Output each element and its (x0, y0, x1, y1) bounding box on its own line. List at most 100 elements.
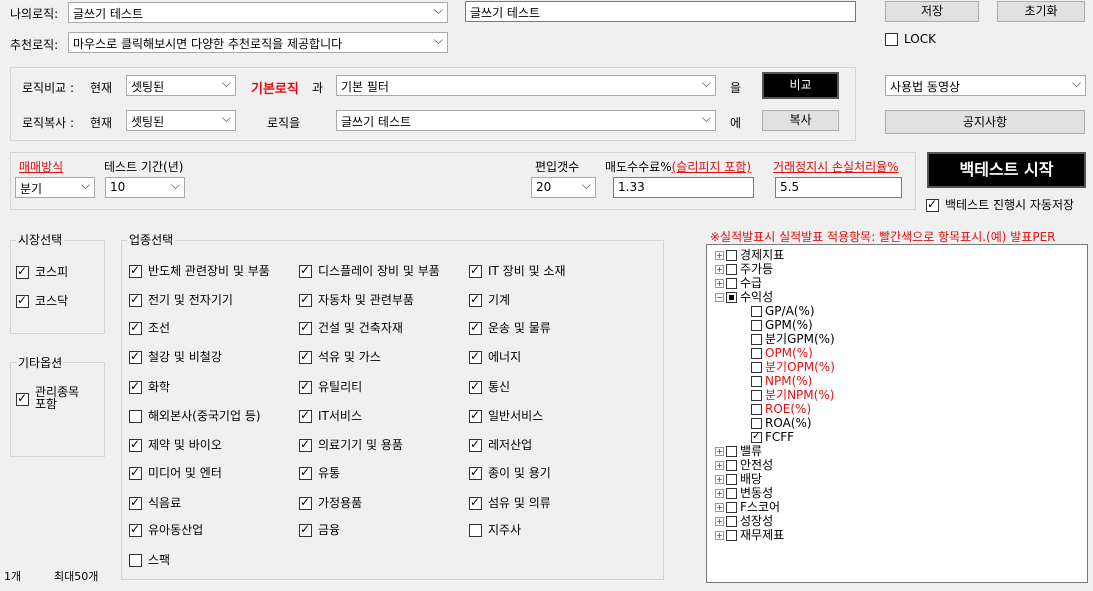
tree-item[interactable]: 분기OPM(%) (751, 360, 835, 374)
sector-checkbox[interactable]: 제약 및 바이오 (129, 436, 222, 453)
save-button[interactable]: 저장 (885, 1, 979, 22)
stop-loss-input[interactable]: 5.5 (775, 177, 902, 198)
expand-icon[interactable]: + (715, 475, 724, 484)
rec-logic-select[interactable]: 마우스로 클릭해보시면 다양한 추천로직을 제공합니다 (68, 32, 448, 53)
indicator-tree[interactable]: + 경제지표 + 주가등 + 수급 − 수익성 GP/A(%) GPM(%) 분기GPM(%) OPM… (706, 244, 1088, 583)
tree-item[interactable]: GPM(%) (751, 318, 813, 332)
sector-checkbox[interactable]: 철강 및 비철강 (129, 348, 222, 365)
sector-checkbox[interactable]: 반도체 관련장비 및 부품 (129, 262, 270, 279)
compare-target-select[interactable]: 기본 필터 (336, 75, 716, 96)
tree-checkbox-icon[interactable] (751, 362, 762, 373)
tree-item[interactable]: 분기NPM(%) (751, 388, 834, 402)
sector-checkbox[interactable]: 일반서비스 (469, 407, 543, 424)
tree-checkbox-icon[interactable] (726, 474, 737, 485)
reset-button[interactable]: 초기화 (997, 1, 1085, 22)
tree-category[interactable]: − 수익성 (715, 290, 773, 304)
tree-category[interactable]: + F스코어 (715, 500, 780, 514)
expand-icon[interactable]: + (715, 517, 724, 526)
expand-icon[interactable]: + (715, 251, 724, 260)
expand-icon[interactable]: + (715, 447, 724, 456)
sector-checkbox[interactable]: 지주사 (469, 521, 521, 538)
expand-icon[interactable]: + (715, 531, 724, 540)
tree-checkbox-icon[interactable] (751, 334, 762, 345)
test-period-select[interactable]: 10 (105, 177, 185, 198)
tree-category[interactable]: + 재무제표 (715, 528, 784, 542)
tree-checkbox-icon[interactable] (726, 488, 737, 499)
tree-item[interactable]: 분기GPM(%) (751, 332, 835, 346)
sector-checkbox[interactable]: 석유 및 가스 (299, 348, 381, 365)
tree-checkbox-icon[interactable] (751, 348, 762, 359)
expand-icon[interactable]: + (715, 265, 724, 274)
count-select[interactable]: 20 (531, 177, 596, 198)
autosave-checkbox[interactable]: 백테스트 진행시 자동저장 (926, 196, 1074, 213)
expand-icon[interactable]: + (715, 489, 724, 498)
copy-current-select[interactable]: 셋팅된 (126, 110, 236, 131)
sector-checkbox[interactable]: 전기 및 전자기기 (129, 291, 233, 308)
tree-checkbox-icon[interactable] (726, 292, 737, 303)
tree-checkbox-icon[interactable] (726, 264, 737, 275)
tutorial-select[interactable]: 사용법 동영상 (885, 75, 1086, 96)
sector-checkbox[interactable]: 화학 (129, 378, 170, 395)
sector-checkbox[interactable]: 자동차 및 관련부품 (299, 291, 414, 308)
start-backtest-button[interactable]: 백테스트 시작 (927, 152, 1086, 188)
tree-checkbox-icon[interactable] (726, 516, 737, 527)
sector-checkbox[interactable]: 가정용품 (299, 494, 362, 511)
tree-checkbox-icon[interactable] (751, 376, 762, 387)
sector-checkbox[interactable]: 종이 및 용기 (469, 464, 551, 481)
copy-button[interactable]: 복사 (762, 110, 839, 131)
sector-checkbox[interactable]: 운송 및 물류 (469, 319, 551, 336)
tree-category[interactable]: + 배당 (715, 472, 762, 486)
sector-checkbox[interactable]: 기계 (469, 291, 510, 308)
sector-checkbox[interactable]: 조선 (129, 319, 170, 336)
expand-icon[interactable]: + (715, 279, 724, 288)
expand-icon[interactable]: + (715, 503, 724, 512)
sector-checkbox[interactable]: 의료기기 및 용품 (299, 436, 403, 453)
sector-checkbox[interactable]: 유통 (299, 464, 340, 481)
tree-item[interactable]: OPM(%) (751, 346, 813, 360)
tree-checkbox-icon[interactable] (726, 278, 737, 289)
sector-checkbox[interactable]: 식음료 (129, 494, 181, 511)
tree-checkbox-icon[interactable] (726, 250, 737, 261)
compare-current-select[interactable]: 셋팅된 (126, 75, 236, 96)
notice-button[interactable]: 공지사항 (885, 110, 1085, 134)
market-checkbox[interactable]: 코스닥 (16, 292, 68, 309)
tree-category[interactable]: + 경제지표 (715, 248, 784, 262)
tree-checkbox-icon[interactable] (726, 502, 737, 513)
lock-checkbox[interactable]: LOCK (885, 32, 936, 46)
tree-category[interactable]: + 주가등 (715, 262, 773, 276)
tree-category[interactable]: + 변동성 (715, 486, 773, 500)
tree-item[interactable]: GP/A(%) (751, 304, 815, 318)
tree-checkbox-icon[interactable] (751, 306, 762, 317)
tree-checkbox-icon[interactable] (726, 460, 737, 471)
tree-checkbox-icon[interactable] (751, 418, 762, 429)
tree-checkbox-icon[interactable] (751, 320, 762, 331)
sector-checkbox[interactable]: IT 장비 및 소재 (469, 262, 566, 279)
tree-category[interactable]: + 안전성 (715, 458, 773, 472)
tree-item[interactable]: ROE(%) (751, 402, 811, 416)
managed-stocks-checkbox[interactable]: 관리종목포함 (16, 386, 101, 411)
tree-checkbox-icon[interactable] (726, 530, 737, 541)
sector-checkbox[interactable]: IT서비스 (299, 407, 362, 424)
sector-checkbox[interactable]: 섬유 및 의류 (469, 494, 551, 511)
sector-checkbox[interactable]: 금융 (299, 521, 340, 538)
sector-checkbox[interactable]: 해외본사(중국기업 등) (129, 407, 261, 424)
market-checkbox[interactable]: 코스피 (16, 263, 68, 280)
sector-checkbox[interactable]: 디스플레이 장비 및 부품 (299, 262, 440, 279)
tree-checkbox-icon[interactable] (751, 430, 762, 444)
tree-category[interactable]: + 성장성 (715, 514, 773, 528)
trade-method-select[interactable]: 분기 (15, 177, 95, 198)
tree-item[interactable]: FCFF (751, 430, 794, 444)
tree-checkbox-icon[interactable] (751, 390, 762, 401)
tree-category[interactable]: + 수급 (715, 276, 762, 290)
expand-icon[interactable]: + (715, 461, 724, 470)
tree-checkbox-icon[interactable] (726, 446, 737, 457)
tree-item[interactable]: ROA(%) (751, 416, 812, 430)
sector-checkbox[interactable]: 통신 (469, 378, 510, 395)
tree-checkbox-icon[interactable] (751, 404, 762, 415)
collapse-icon[interactable]: − (715, 293, 724, 302)
my-logic-select[interactable]: 글쓰기 테스트 (68, 2, 448, 23)
tree-category[interactable]: + 밸류 (715, 444, 762, 458)
sector-checkbox[interactable]: 레저산업 (469, 436, 532, 453)
sector-checkbox[interactable]: 미디어 및 엔터 (129, 464, 222, 481)
sector-checkbox[interactable]: 유아동산업 (129, 521, 203, 538)
